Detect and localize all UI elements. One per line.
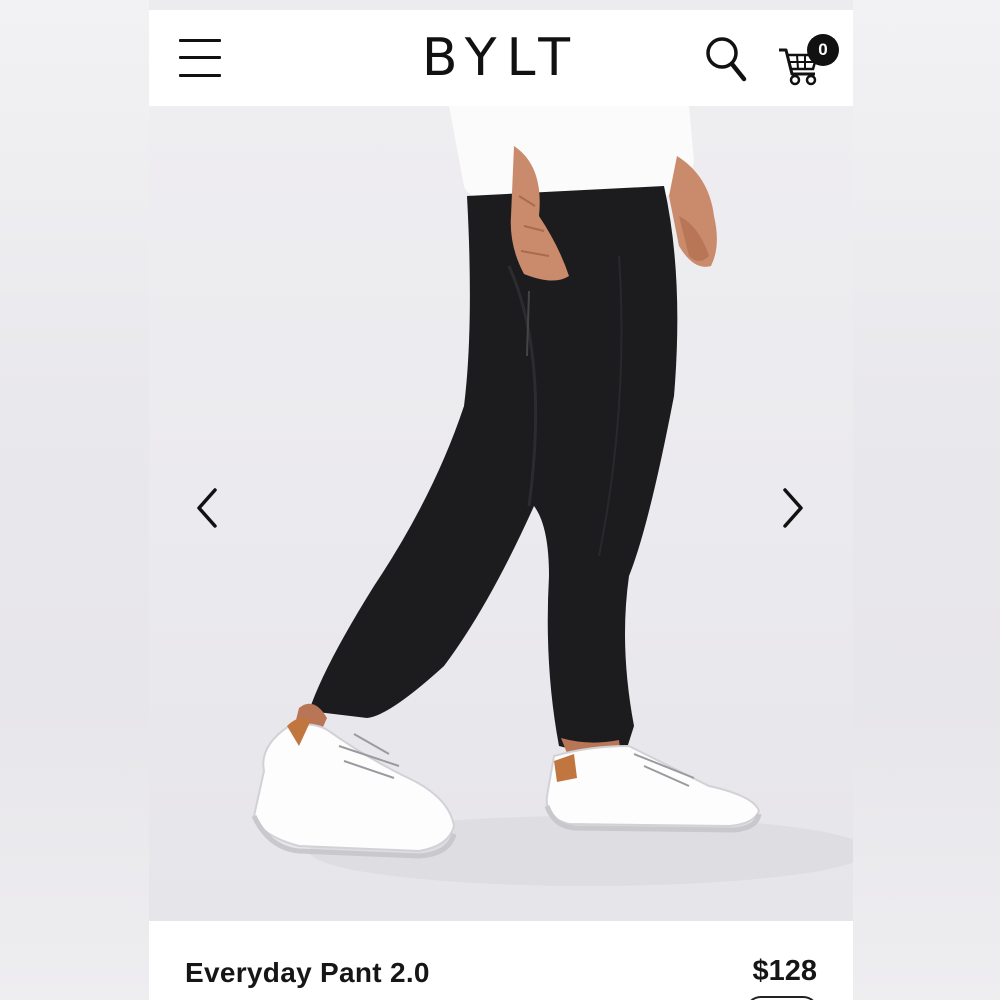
brand-logo[interactable]: BYLT — [399, 28, 603, 88]
option-pill[interactable] — [745, 996, 819, 1000]
product-image-carousel[interactable] — [149, 106, 853, 921]
background-blur-right — [853, 0, 1000, 1000]
mobile-page: BYLT 0 Everyday Pant 2.0 $128 — [149, 10, 853, 1000]
site-header: BYLT 0 — [149, 10, 853, 106]
product-photo — [251, 106, 853, 886]
chevron-left-icon[interactable] — [191, 486, 227, 530]
cart-button[interactable]: 0 — [777, 34, 843, 86]
product-price: $128 — [752, 955, 817, 987]
product-name[interactable]: Everyday Pant 2.0 — [185, 957, 430, 989]
product-info: Everyday Pant 2.0 $128 ★★★★★ — [149, 921, 853, 1000]
cart-count-badge: 0 — [807, 34, 839, 66]
chevron-right-icon[interactable] — [775, 486, 811, 530]
background-blur-left — [0, 0, 149, 1000]
search-icon[interactable] — [704, 35, 748, 83]
hamburger-menu-icon[interactable] — [177, 36, 223, 80]
